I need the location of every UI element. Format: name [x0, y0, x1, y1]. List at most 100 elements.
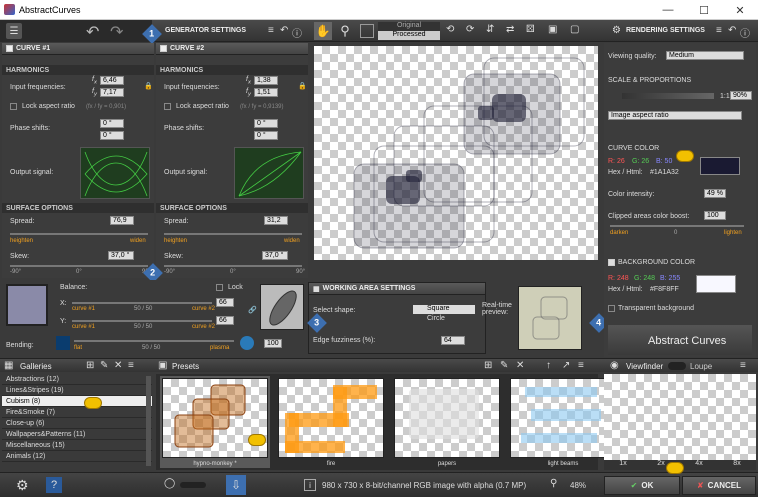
zoom-8x[interactable]: 8x — [718, 460, 756, 470]
hand-tool-icon[interactable]: ✋ — [314, 22, 332, 40]
gallery-item[interactable]: Animals (12) — [2, 451, 152, 462]
bg-color-checkbox[interactable] — [608, 259, 615, 266]
curve2-fy-input[interactable]: 1,51 — [254, 88, 278, 97]
viewfinder-area[interactable] — [604, 374, 756, 460]
help-icon[interactable]: ? — [46, 477, 62, 493]
gallery-add-icon[interactable]: ⊞ — [86, 360, 94, 371]
cancel-button[interactable]: ✘ CANCEL — [682, 476, 756, 495]
gallery-item[interactable]: Wallpapers&Patterns (11) — [2, 429, 152, 440]
curve2-lock-icon[interactable]: 🔒 — [298, 82, 307, 90]
bg-color-swatch[interactable] — [696, 275, 736, 293]
curve2-checkbox[interactable] — [160, 45, 167, 52]
curve1-skew-input[interactable]: 37,0 ° — [108, 251, 134, 260]
gallery-item-selected[interactable]: Cubism (8) — [2, 396, 152, 407]
bulb-toggle[interactable] — [180, 482, 206, 488]
preset-card[interactable]: fire — [276, 376, 386, 468]
curve2-skew-input[interactable]: 37,0 ° — [262, 251, 288, 260]
curve1-spread-input[interactable]: 76,9 — [110, 216, 134, 225]
panel-info-icon[interactable]: ⓘ — [292, 25, 302, 40]
gallery-item[interactable]: Lines&Stripes (19) — [2, 385, 152, 396]
preset-card-selected[interactable]: hypno-monkey * — [160, 376, 270, 468]
curve1-skew-slider[interactable] — [10, 265, 148, 267]
curve2-skew-slider[interactable] — [164, 265, 302, 267]
download-icon[interactable]: ⇩ — [226, 475, 246, 495]
curve2-spread-input[interactable]: 31,2 — [264, 216, 288, 225]
square-option[interactable]: Square — [413, 305, 475, 314]
curve1-lock-icon[interactable]: 🔒 — [144, 82, 153, 90]
redo-icon[interactable]: ↷ — [110, 22, 123, 42]
minimize-button[interactable]: — — [650, 0, 686, 20]
preview-mode-icon[interactable] — [360, 24, 374, 38]
curve2-fx-input[interactable]: 1,38 — [254, 76, 278, 85]
zoom-tool-icon[interactable]: ⚲ — [336, 22, 354, 40]
bending-slider[interactable] — [74, 340, 234, 342]
curve1-py-input[interactable]: 0 ° — [100, 131, 124, 140]
rendering-menu-icon[interactable]: ≡ — [716, 25, 722, 36]
bulb-icon[interactable]: ◯ — [164, 478, 175, 489]
loupe-tab[interactable]: Loupe — [690, 362, 712, 371]
preset-up-icon[interactable]: ↑ — [546, 360, 551, 371]
flip-horizontal-icon[interactable]: ⇄ — [506, 24, 514, 35]
processed-tab[interactable]: Processed — [378, 31, 440, 40]
fit-icon[interactable]: ▣ — [548, 24, 557, 35]
gallery-item[interactable]: Abstractions (12) — [2, 374, 152, 385]
viewfinder-tab[interactable]: Viewfinder — [626, 362, 663, 371]
curve2-px-input[interactable]: 0 ° — [254, 119, 278, 128]
curve2-lock-checkbox[interactable] — [164, 103, 171, 110]
preset-menu-icon[interactable]: ≡ — [578, 360, 584, 371]
maximize-button[interactable]: ☐ — [686, 0, 722, 20]
flip-vertical-icon[interactable]: ⇵ — [486, 24, 494, 35]
preset-delete-icon[interactable]: ✕ — [516, 360, 524, 371]
preset-card[interactable]: papers — [392, 376, 502, 468]
preset-add-icon[interactable]: ⊞ — [484, 360, 492, 371]
settings-gear-icon[interactable]: ⚙ — [16, 477, 29, 494]
preset-export-icon[interactable]: ↗ — [562, 360, 570, 371]
curve-color-swatch[interactable] — [700, 157, 740, 175]
clipped-boost-input[interactable]: 100 — [704, 211, 726, 220]
gallery-item[interactable]: Fire&Smoke (7) — [2, 407, 152, 418]
zoom-1x[interactable]: 1x — [604, 460, 642, 470]
viewfinder-menu-icon[interactable]: ≡ — [740, 360, 746, 371]
curve2-spread-slider[interactable] — [164, 233, 302, 235]
balance-lock-checkbox[interactable] — [216, 284, 223, 291]
random-icon[interactable]: ⚄ — [526, 24, 535, 35]
gallery-delete-icon[interactable]: ✕ — [114, 360, 122, 371]
aspect-ratio-select[interactable]: Image aspect ratio — [608, 111, 742, 120]
gallery-menu-icon[interactable]: ≡ — [128, 360, 134, 371]
curve1-fx-input[interactable]: 6,46 — [100, 76, 124, 85]
balance-x-input[interactable]: 66 — [216, 298, 234, 307]
curve1-px-input[interactable]: 0 ° — [100, 119, 124, 128]
balance-swatch[interactable] — [6, 284, 48, 326]
preset-card[interactable]: light beams — [508, 376, 618, 468]
balance-y-input[interactable]: 66 — [216, 316, 234, 325]
transparent-bg-checkbox[interactable] — [608, 305, 615, 312]
fullscreen-icon[interactable]: ▢ — [570, 24, 579, 35]
panel-menu-icon[interactable]: ≡ — [268, 25, 274, 36]
clipped-boost-slider[interactable] — [610, 225, 744, 227]
viewing-quality-select[interactable]: Medium — [666, 51, 744, 60]
original-tab[interactable]: Original — [378, 22, 440, 31]
preset-edit-icon[interactable]: ✎ — [500, 360, 508, 371]
close-button[interactable]: ✕ — [722, 0, 758, 20]
rotate-right-icon[interactable]: ⟳ — [466, 24, 474, 35]
gallery-item[interactable]: Miscellaneous (15) — [2, 440, 152, 451]
curve1-fy-input[interactable]: 7,17 — [100, 88, 124, 97]
rotate-left-icon[interactable]: ⟲ — [446, 24, 454, 35]
settings-menu-icon[interactable]: ☰ — [6, 23, 22, 39]
bending-input[interactable]: 100 — [264, 339, 282, 348]
scale-slider[interactable] — [622, 93, 714, 99]
edge-fuzziness-input[interactable]: 64 — [441, 336, 465, 345]
zoom-4x[interactable]: 4x — [680, 460, 718, 470]
viewfinder-toggle[interactable] — [668, 362, 686, 370]
galleries-scrollbar[interactable] — [146, 376, 151, 466]
color-intensity-input[interactable]: 49 % — [704, 189, 726, 198]
balance-y-slider[interactable] — [72, 320, 212, 322]
curve2-py-input[interactable]: 0 ° — [254, 131, 278, 140]
balance-x-slider[interactable] — [72, 302, 212, 304]
balance-link-icon[interactable]: 🔗 — [248, 306, 257, 314]
curve1-spread-slider[interactable] — [10, 233, 148, 235]
curve1-lock-checkbox[interactable] — [10, 103, 17, 110]
circle-option[interactable]: Circle — [413, 315, 475, 324]
gallery-item[interactable]: Close-up (6) — [2, 418, 152, 429]
gallery-edit-icon[interactable]: ✎ — [100, 360, 108, 371]
